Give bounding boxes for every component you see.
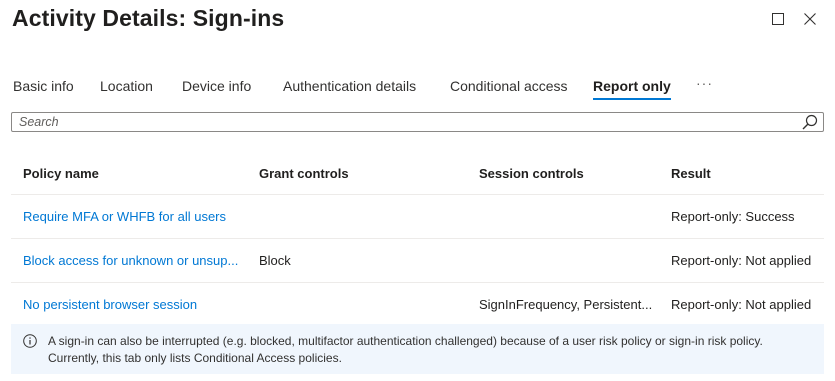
table-row[interactable]: No persistent browser session SignInFreq…	[11, 283, 824, 327]
table-header-row: Policy name Grant controls Session contr…	[11, 152, 824, 195]
info-message-line: A sign-in can also be interrupted (e.g. …	[48, 334, 763, 348]
info-banner: A sign-in can also be interrupted (e.g. …	[11, 324, 824, 374]
close-button[interactable]	[802, 11, 818, 27]
maximize-button[interactable]	[770, 11, 786, 27]
result-cell: Report-only: Not applied	[671, 253, 812, 268]
tab-location[interactable]: Location	[100, 74, 153, 100]
info-message-line: Currently, this tab only lists Condition…	[48, 351, 342, 365]
policy-name-link[interactable]: Block access for unknown or unsup...	[23, 239, 248, 282]
column-header-session-controls[interactable]: Session controls	[479, 152, 659, 194]
policy-table: Policy name Grant controls Session contr…	[11, 152, 824, 327]
tab-device-info[interactable]: Device info	[182, 74, 251, 100]
policy-name-link[interactable]: Require MFA or WHFB for all users	[23, 195, 248, 238]
more-tabs-button[interactable]: ···	[696, 75, 713, 91]
table-row[interactable]: Require MFA or WHFB for all users Report…	[11, 195, 824, 239]
tab-conditional-access[interactable]: Conditional access	[450, 74, 568, 100]
grant-controls-cell: Block	[259, 253, 291, 268]
result-cell: Report-only: Success	[671, 209, 795, 224]
search-input[interactable]	[12, 113, 799, 131]
tab-authentication-details[interactable]: Authentication details	[283, 74, 416, 100]
search-box	[11, 112, 824, 132]
close-icon	[804, 13, 816, 25]
tab-report-only[interactable]: Report only	[593, 74, 671, 100]
info-icon	[23, 334, 37, 353]
tab-basic-info[interactable]: Basic info	[13, 74, 74, 100]
tab-bar: Basic info Location Device info Authenti…	[0, 74, 835, 102]
page-title: Activity Details: Sign-ins	[12, 5, 285, 31]
session-controls-cell: SignInFrequency, Persistent...	[479, 297, 653, 312]
column-header-policy-name[interactable]: Policy name	[23, 152, 248, 194]
result-cell: Report-only: Not applied	[671, 297, 812, 312]
column-header-result[interactable]: Result	[671, 152, 831, 194]
maximize-icon	[772, 13, 784, 25]
search-icon[interactable]	[802, 114, 818, 135]
grant-controls-cell	[259, 195, 469, 238]
column-header-grant-controls[interactable]: Grant controls	[259, 152, 469, 194]
session-controls-cell	[479, 195, 659, 238]
policy-name-link[interactable]: No persistent browser session	[23, 283, 248, 326]
grant-controls-cell	[259, 283, 469, 326]
info-message: A sign-in can also be interrupted (e.g. …	[48, 333, 808, 367]
session-controls-cell	[479, 239, 659, 282]
table-row[interactable]: Block access for unknown or unsup... Blo…	[11, 239, 824, 283]
